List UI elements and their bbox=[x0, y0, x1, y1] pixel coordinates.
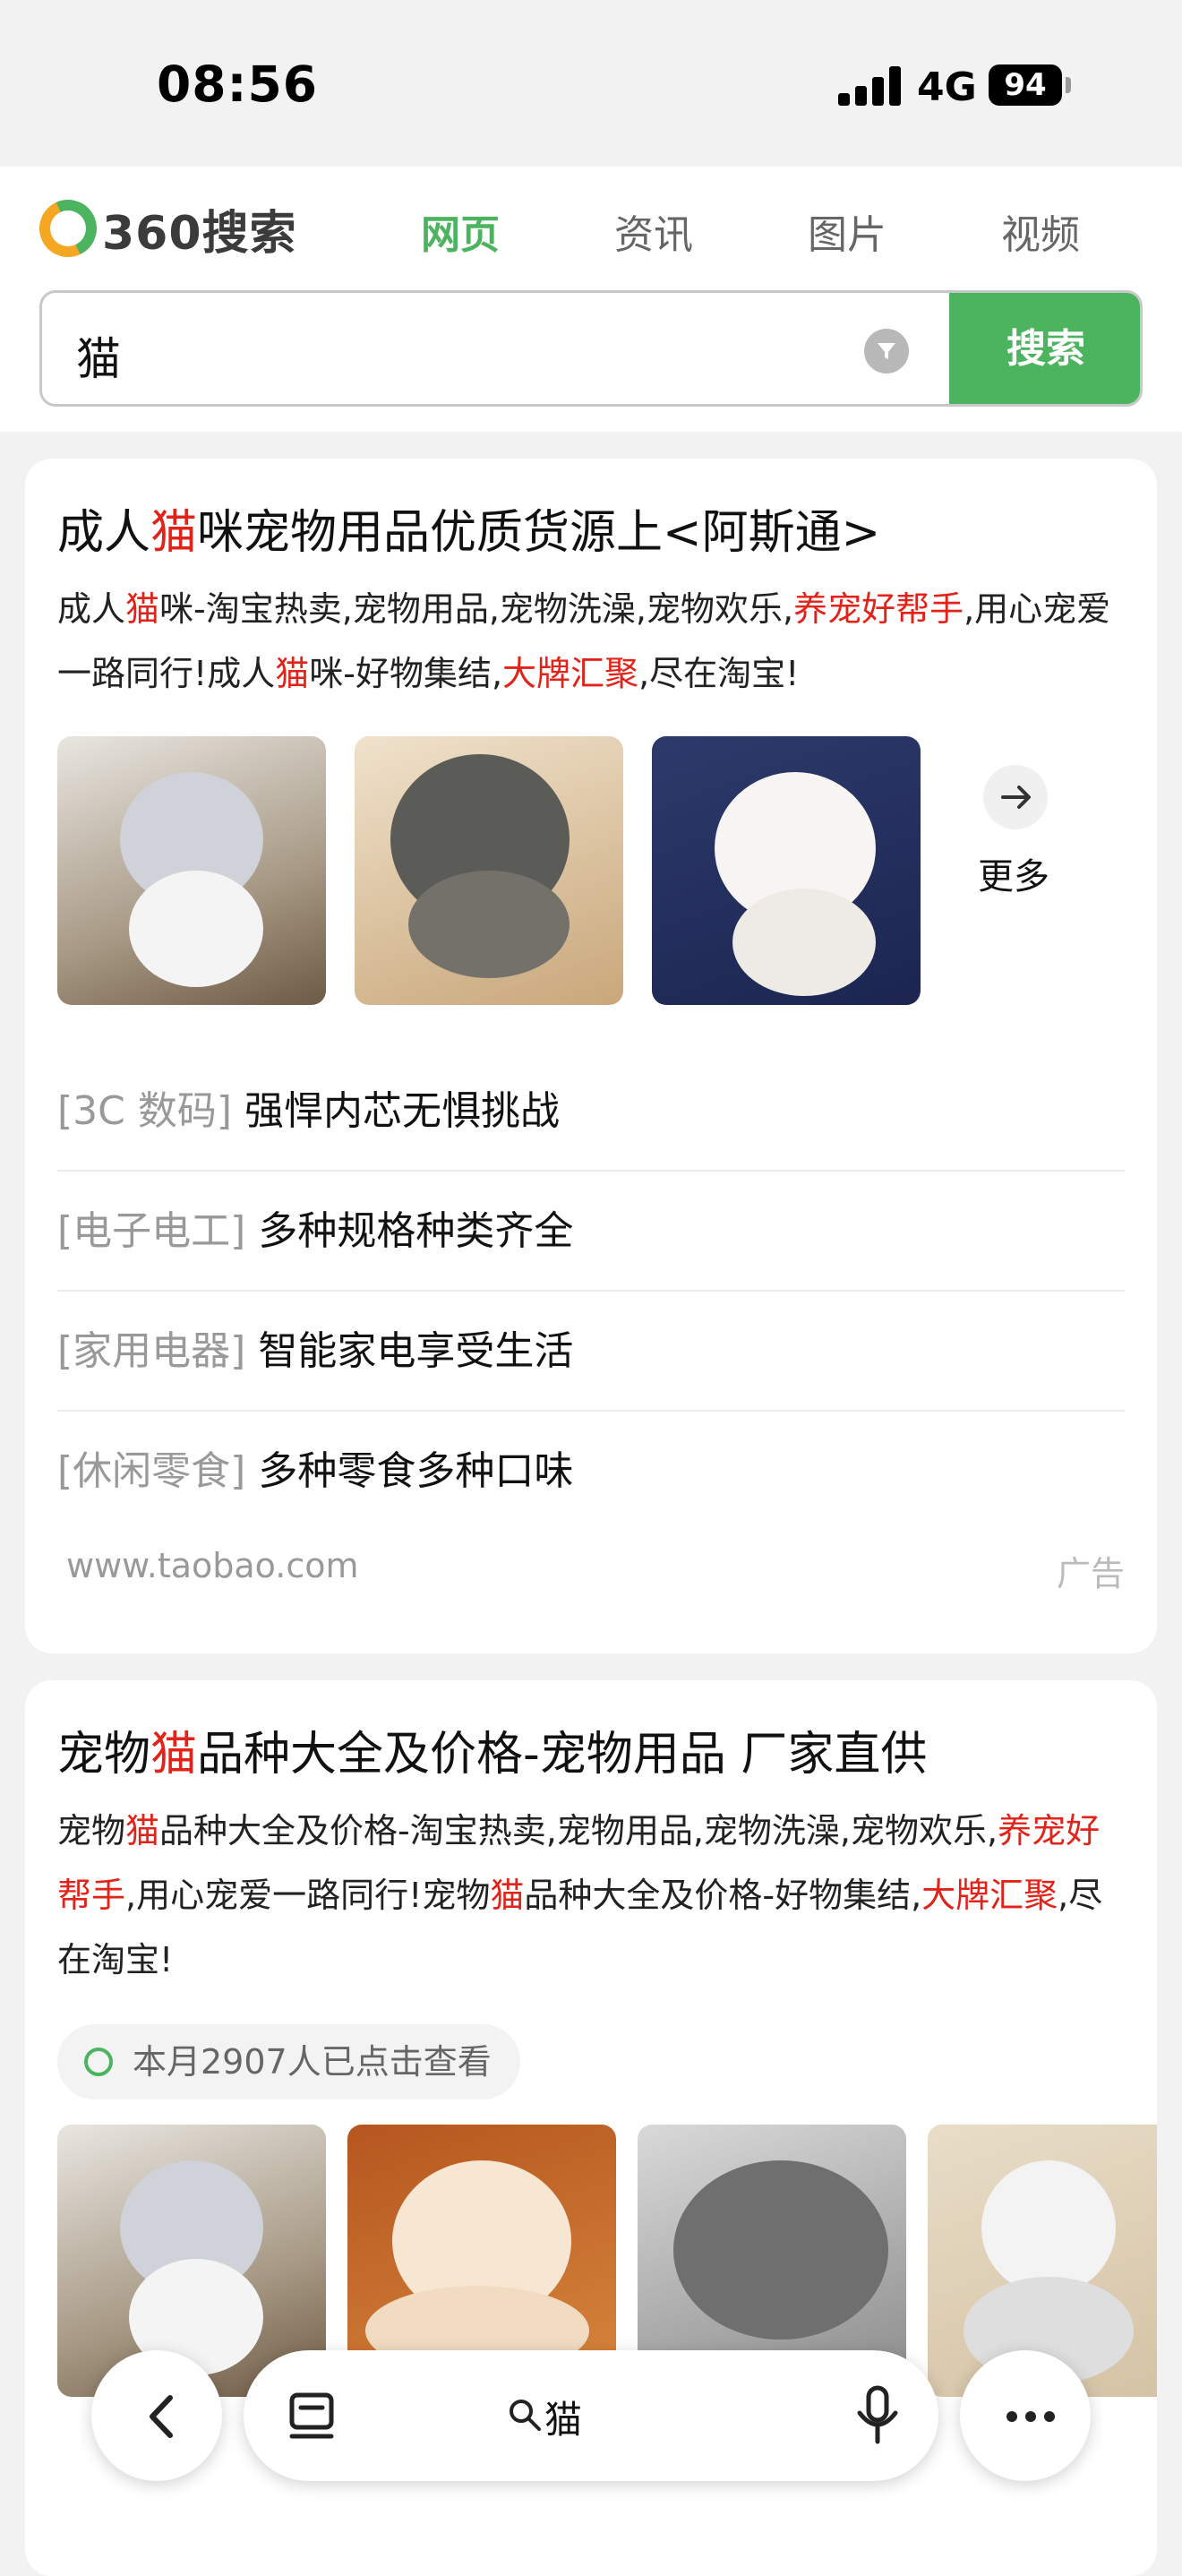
logo[interactable]: 360搜索 bbox=[30, 191, 297, 266]
desc-keyword: 猫 bbox=[490, 1876, 525, 1915]
result-card-ad: 成人猫咪宠物用品优质货源上<阿斯通> 成人猫咪-淘宝热卖,宠物用品,宠物洗澡,宠… bbox=[25, 459, 1157, 1653]
result-url[interactable]: www.taobao.com bbox=[66, 1546, 359, 1585]
tab-video[interactable]: 视频 bbox=[1001, 202, 1080, 260]
title-text: 宠物 bbox=[57, 1728, 151, 1782]
more-images-link[interactable]: 更多 bbox=[978, 847, 1049, 899]
search-icon bbox=[510, 2400, 541, 2431]
title-text: 品种大全及价格-宠物用品 厂家直供 bbox=[197, 1728, 928, 1782]
result-title[interactable]: 宠物猫品种大全及价格-宠物用品 厂家直供 bbox=[57, 1716, 927, 1783]
search-button[interactable]: 搜索 bbox=[949, 293, 1140, 404]
desc-keyword: 猫 bbox=[125, 1811, 160, 1850]
desc-keyword: 猫 bbox=[125, 589, 160, 629]
back-arrow-icon bbox=[150, 2395, 173, 2438]
ad-label: 广告 bbox=[1056, 1554, 1125, 1593]
sub-link[interactable]: [电子电工] 多种规格种类齐全 bbox=[57, 1172, 1125, 1292]
desc-keyword: 大牌汇聚 bbox=[502, 654, 639, 693]
result-image[interactable] bbox=[652, 736, 921, 1005]
desc-keyword: 猫 bbox=[275, 654, 310, 693]
battery-tip bbox=[1066, 77, 1071, 93]
desc-text: 宠物 bbox=[57, 1811, 126, 1850]
result-description: 成人猫咪-淘宝热卖,宠物用品,宠物洗澡,宠物欢乐,养宠好帮手,用心宠爱一路同行!… bbox=[57, 577, 1132, 706]
desc-text: 咪-淘宝热卖,宠物用品,宠物洗澡,宠物欢乐, bbox=[159, 589, 794, 629]
back-button[interactable] bbox=[91, 2350, 222, 2481]
click-count-badge: 本月2907人已点击查看 bbox=[57, 2024, 520, 2099]
result-image[interactable] bbox=[57, 736, 326, 1005]
sublink-category: [家用电器] bbox=[57, 1328, 246, 1374]
badge-text: 本月2907人已点击查看 bbox=[133, 2042, 492, 2082]
sublink-category: [电子电工] bbox=[57, 1208, 246, 1254]
sub-link[interactable]: [休闲零食] 多种零食多种口味 bbox=[57, 1412, 1125, 1532]
desc-text: ,尽在淘宝! bbox=[638, 654, 800, 693]
microphone-icon[interactable] bbox=[852, 2384, 903, 2447]
search-input[interactable]: 猫 搜索 bbox=[39, 290, 1143, 407]
status-bar: 08:56 4G 94 bbox=[0, 0, 1182, 167]
logo-icon bbox=[30, 191, 106, 266]
tab-web[interactable]: 网页 bbox=[421, 202, 500, 260]
more-menu-button[interactable] bbox=[960, 2350, 1091, 2481]
sub-link[interactable]: [家用电器] 智能家电享受生活 bbox=[57, 1292, 1125, 1412]
desc-text: ,用心宠爱一路同行!宠物 bbox=[125, 1876, 491, 1915]
more-dots-icon bbox=[1006, 2411, 1055, 2422]
desc-text: 品种大全及价格-淘宝热卖,宠物用品,宠物洗澡,宠物欢乐, bbox=[159, 1811, 998, 1850]
desc-text: 品种大全及价格-好物集结, bbox=[524, 1876, 922, 1915]
desc-keyword: 大牌汇聚 bbox=[921, 1876, 1058, 1915]
result-title[interactable]: 成人猫咪宠物用品优质货源上<阿斯通> bbox=[57, 494, 880, 562]
sublink-text: 多种规格种类齐全 bbox=[258, 1208, 574, 1254]
title-text: 成人 bbox=[57, 506, 151, 560]
desc-keyword: 养宠好帮手 bbox=[793, 589, 964, 629]
arrow-right-icon[interactable] bbox=[983, 765, 1048, 829]
sub-link[interactable]: [3C 数码] 强悍内芯无惧挑战 bbox=[57, 1052, 1125, 1172]
sublink-text: 智能家电享受生活 bbox=[258, 1328, 574, 1374]
filter-icon[interactable] bbox=[864, 329, 909, 374]
result-description: 宠物猫品种大全及价格-淘宝热卖,宠物用品,宠物洗澡,宠物欢乐,养宠好帮手,用心宠… bbox=[57, 1799, 1132, 1992]
title-text: 咪宠物用品优质货源上<阿斯通> bbox=[197, 506, 881, 560]
sublink-text: 强悍内芯无惧挑战 bbox=[244, 1088, 561, 1134]
network-type: 4G bbox=[917, 64, 977, 110]
signal-icon bbox=[838, 66, 901, 106]
title-keyword: 猫 bbox=[150, 506, 198, 560]
desc-text: 咪-好物集结, bbox=[309, 654, 503, 693]
bottom-search-bar[interactable]: 猫 bbox=[244, 2350, 938, 2481]
tabs-list-icon[interactable] bbox=[285, 2390, 338, 2443]
status-time: 08:56 bbox=[157, 56, 319, 113]
title-keyword: 猫 bbox=[150, 1728, 198, 1782]
battery-icon: 94 bbox=[989, 64, 1062, 106]
sublink-text: 多种零食多种口味 bbox=[258, 1448, 574, 1494]
bottom-search-query[interactable]: 猫 bbox=[544, 2390, 582, 2444]
desc-text: 成人 bbox=[57, 589, 126, 629]
sublink-category: [3C 数码] bbox=[57, 1088, 233, 1134]
tab-news[interactable]: 资讯 bbox=[614, 202, 693, 260]
search-query[interactable]: 猫 bbox=[76, 323, 121, 388]
tab-images[interactable]: 图片 bbox=[808, 202, 886, 260]
sublink-category: [休闲零食] bbox=[57, 1448, 246, 1494]
logo-text: 360搜索 bbox=[102, 206, 297, 261]
result-image[interactable] bbox=[355, 736, 623, 1005]
view-icon bbox=[84, 2048, 113, 2076]
